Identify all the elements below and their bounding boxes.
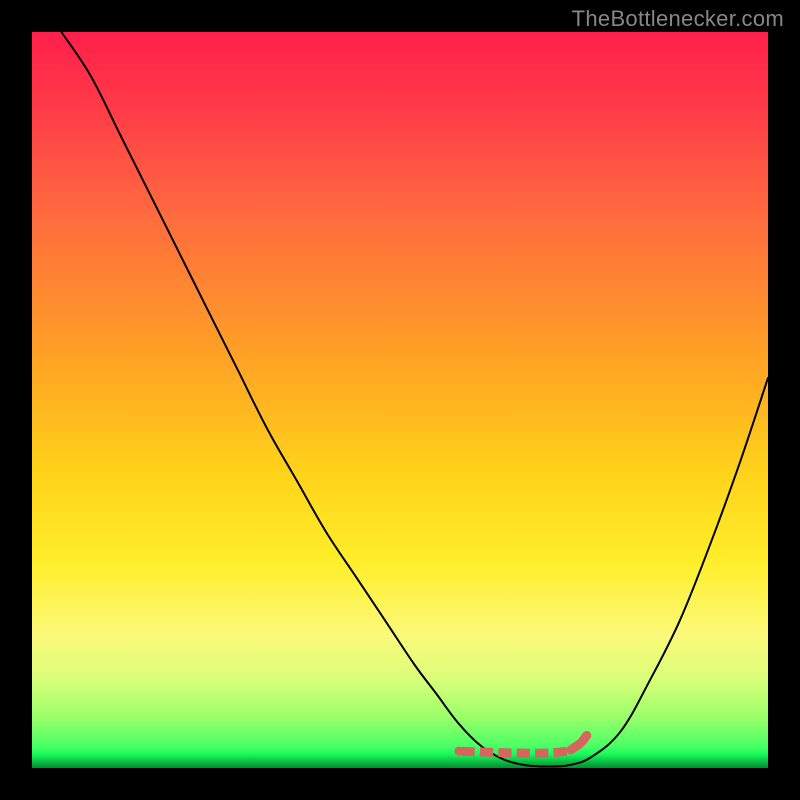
marker-segment: [480, 752, 493, 753]
optimal-region-marker: [454, 735, 586, 755]
marker-segment: [571, 744, 580, 750]
bottleneck-curve: [61, 32, 768, 767]
chart-frame: TheBottlenecker.com: [0, 0, 800, 800]
plot-area: [32, 32, 768, 768]
marker-segment: [582, 735, 587, 741]
marker-segment: [554, 751, 567, 752]
marker-segment: [462, 751, 475, 752]
bottleneck-curve-svg: [32, 32, 768, 768]
branding-watermark: TheBottlenecker.com: [572, 6, 784, 32]
